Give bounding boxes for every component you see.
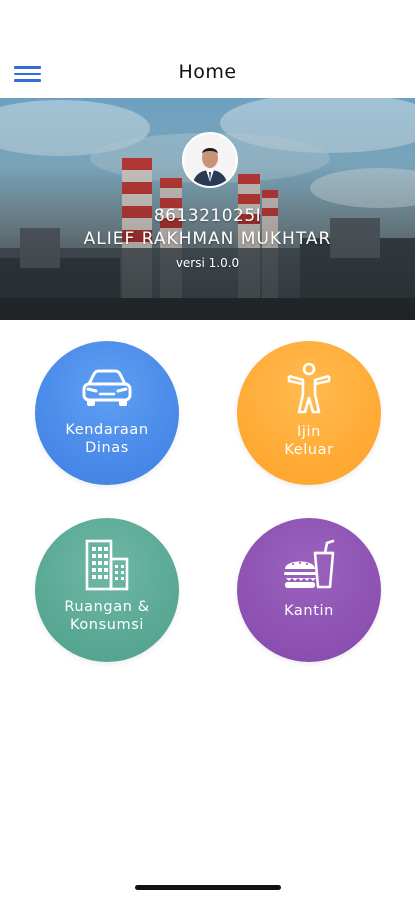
ruangan-konsumsi-button[interactable]: Ruangan & Konsumsi (35, 518, 179, 662)
food-icon (281, 539, 337, 590)
user-photo (184, 134, 236, 186)
home-indicator[interactable] (135, 885, 281, 890)
app-header: Home (0, 0, 415, 98)
kantin-label: Kantin (284, 603, 334, 619)
kendaraan-dinas-label: Kendaraan Dinas (65, 422, 149, 456)
page-title: Home (178, 61, 237, 83)
car-icon (79, 363, 135, 413)
kantin-button[interactable]: Kantin (237, 518, 381, 662)
profile-banner: 861321025I ALIEF RAKHMAN MUKHTAR versi 1… (0, 98, 415, 320)
home-screen: Home 861321025I ALIEF RAKHMAN MUKHTAR ve… (0, 0, 415, 900)
kendaraan-dinas-button[interactable]: Kendaraan Dinas (35, 341, 179, 485)
ijin-keluar-label: Ijin Keluar (284, 424, 334, 458)
person-icon (285, 362, 333, 414)
user-id: 861321025I (153, 206, 262, 226)
app-version: versi 1.0.0 (175, 256, 240, 270)
ruangan-konsumsi-label: Ruangan & Konsumsi (64, 599, 150, 633)
ijin-keluar-button[interactable]: Ijin Keluar (237, 341, 381, 485)
building-icon (83, 539, 131, 591)
user-name: ALIEF RAKHMAN MUKHTAR (83, 229, 332, 249)
avatar[interactable] (182, 132, 238, 188)
